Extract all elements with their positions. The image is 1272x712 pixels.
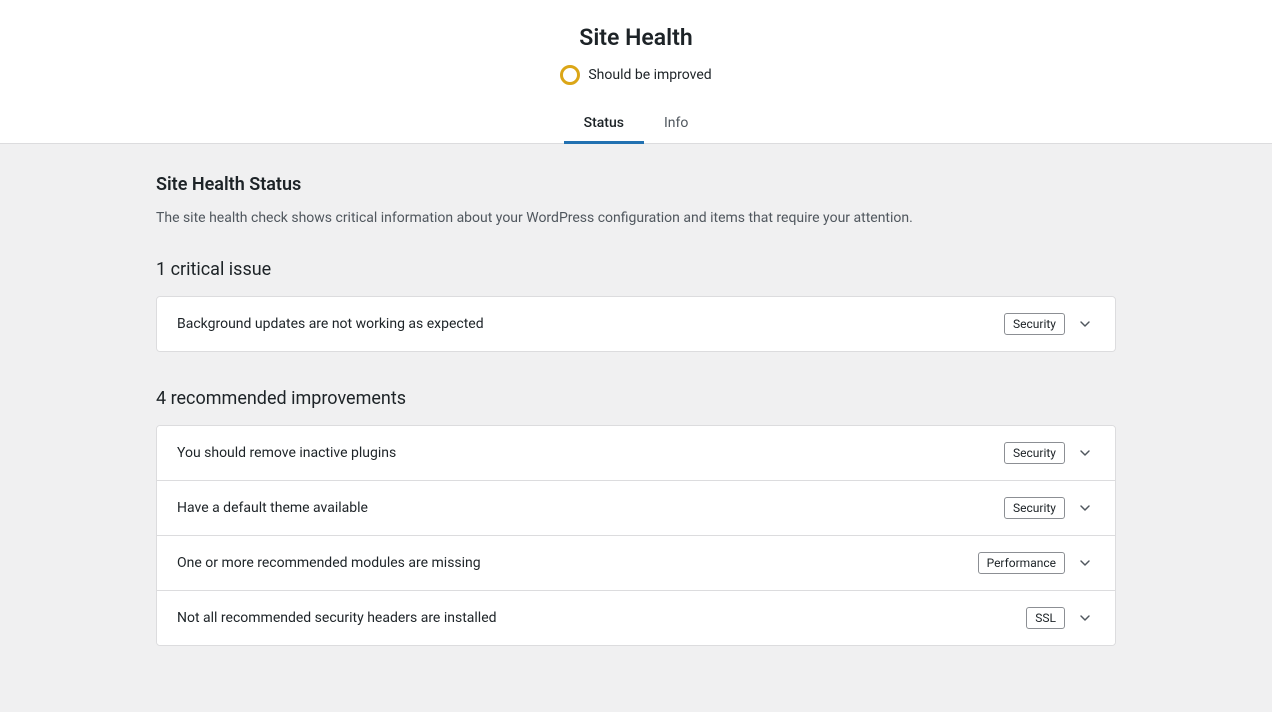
chevron-down-icon-rec-3 <box>1075 608 1095 628</box>
critical-issue-item-0[interactable]: Background updates are not working as ex… <box>157 297 1115 351</box>
recommended-tag-0: Security <box>1004 442 1065 464</box>
recommended-tag-1: Security <box>1004 497 1065 519</box>
chevron-down-icon-rec-2 <box>1075 553 1095 573</box>
recommended-list: You should remove inactive plugins Secur… <box>156 425 1116 646</box>
recommended-tag-3: SSL <box>1026 607 1065 629</box>
page-title: Site Health <box>20 24 1252 51</box>
status-circle-icon <box>560 65 580 85</box>
recommended-right-2: Performance <box>978 552 1095 574</box>
top-bar: Site Health Should be improved Status In… <box>0 0 1272 144</box>
chevron-down-icon-rec-0 <box>1075 443 1095 463</box>
critical-issues-list: Background updates are not working as ex… <box>156 296 1116 352</box>
recommended-right-1: Security <box>1004 497 1095 519</box>
chevron-down-icon-critical-0 <box>1075 314 1095 334</box>
recommended-item-2[interactable]: One or more recommended modules are miss… <box>157 536 1115 591</box>
recommended-label-1: Have a default theme available <box>177 500 368 516</box>
chevron-down-icon-rec-1 <box>1075 498 1095 518</box>
tab-status[interactable]: Status <box>564 105 644 144</box>
section-title: Site Health Status <box>156 174 1116 195</box>
critical-issue-right-0: Security <box>1004 313 1095 335</box>
status-indicator: Should be improved <box>20 65 1252 85</box>
main-content: Site Health Status The site health check… <box>136 144 1136 712</box>
recommended-right-0: Security <box>1004 442 1095 464</box>
page-title-wrap: Site Health Should be improved Status In… <box>0 0 1272 143</box>
critical-issue-label-0: Background updates are not working as ex… <box>177 316 484 332</box>
recommended-right-3: SSL <box>1026 607 1095 629</box>
recommended-item-0[interactable]: You should remove inactive plugins Secur… <box>157 426 1115 481</box>
critical-issue-tag-0: Security <box>1004 313 1065 335</box>
recommended-label-3: Not all recommended security headers are… <box>177 610 497 626</box>
recommended-heading: 4 recommended improvements <box>156 388 1116 409</box>
tabs-nav: Status Info <box>20 105 1252 143</box>
section-desc: The site health check shows critical inf… <box>156 207 1116 229</box>
critical-issues-heading: 1 critical issue <box>156 259 1116 280</box>
recommended-tag-2: Performance <box>978 552 1065 574</box>
recommended-item-3[interactable]: Not all recommended security headers are… <box>157 591 1115 645</box>
tab-info[interactable]: Info <box>644 105 708 144</box>
status-text: Should be improved <box>588 67 711 83</box>
recommended-label-2: One or more recommended modules are miss… <box>177 555 481 571</box>
recommended-label-0: You should remove inactive plugins <box>177 445 396 461</box>
recommended-item-1[interactable]: Have a default theme available Security <box>157 481 1115 536</box>
